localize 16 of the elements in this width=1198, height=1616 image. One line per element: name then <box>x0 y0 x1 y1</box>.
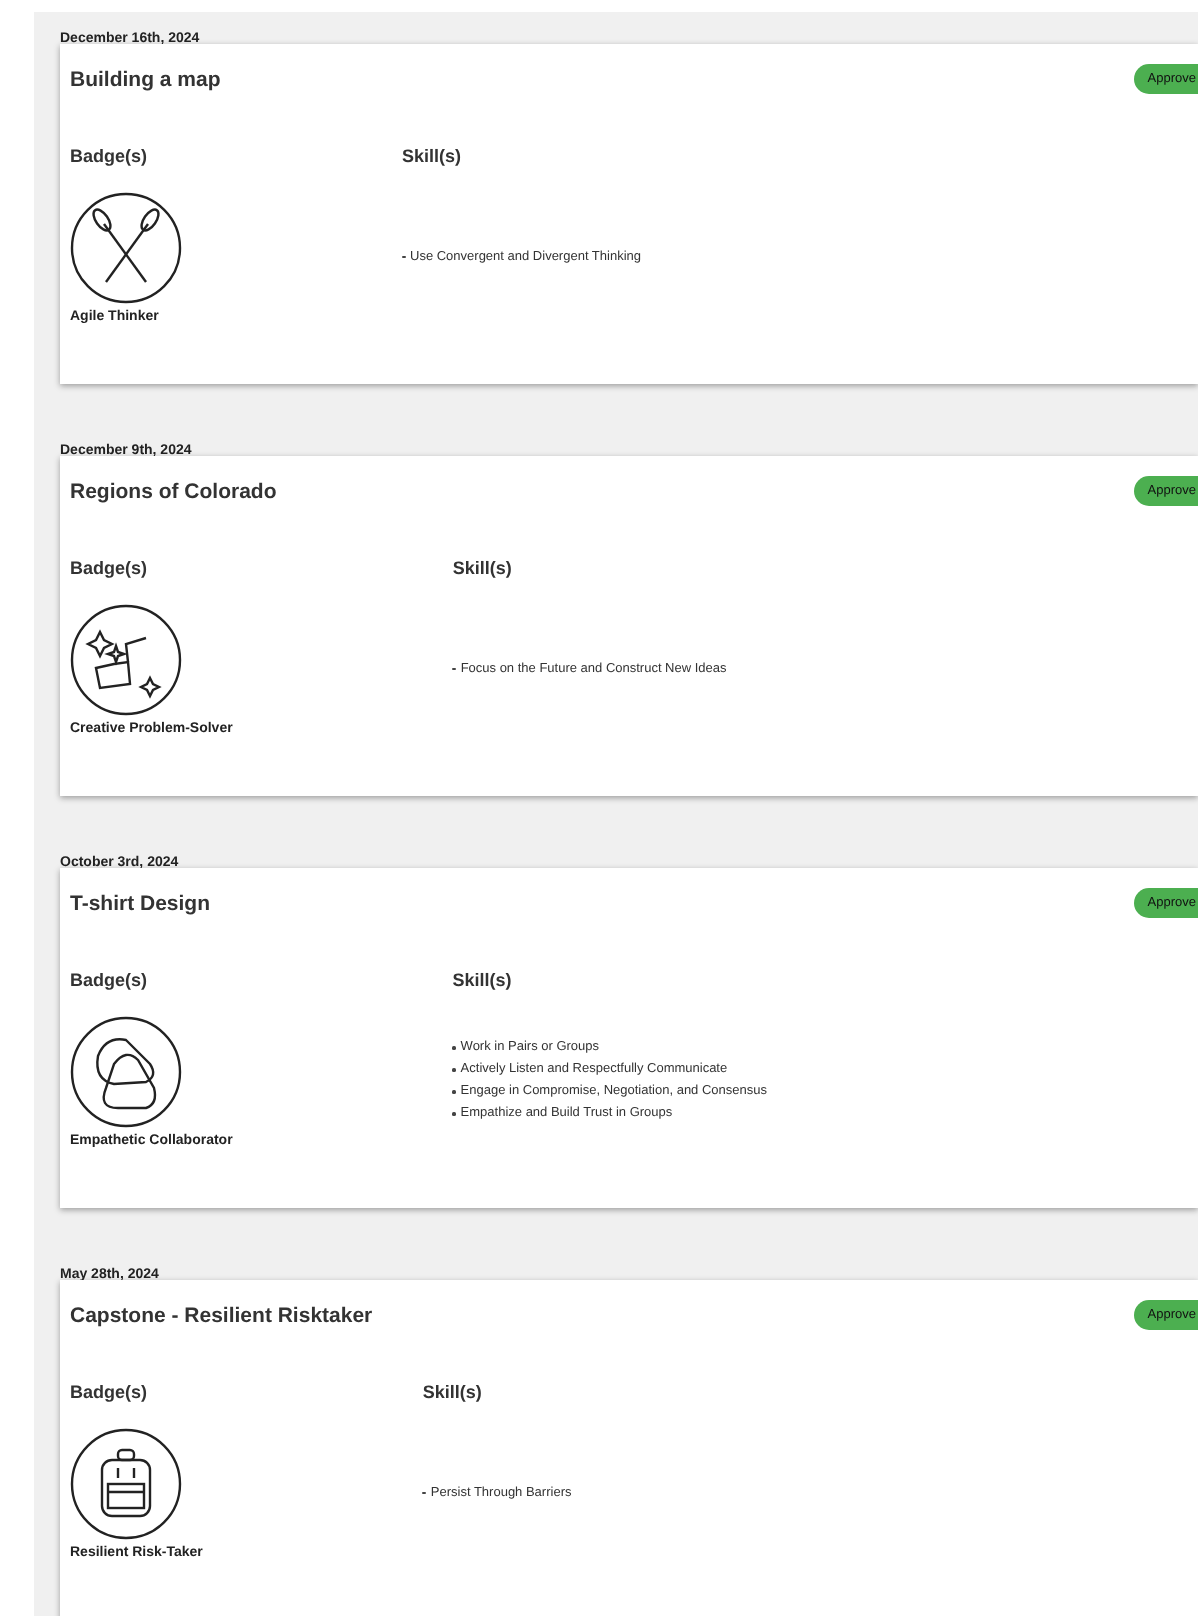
constellation-icon <box>70 604 182 716</box>
activity-title: T-shirt Design <box>70 891 211 915</box>
backpack-icon <box>70 1428 182 1540</box>
crossed-paddles-icon <box>70 192 182 304</box>
badges-heading: Badge(s) <box>70 970 148 990</box>
skills-heading: Skill(s) <box>402 146 462 166</box>
badges-heading: Badge(s) <box>70 146 148 166</box>
activity-title: Building a map <box>70 67 221 91</box>
activity-title: Capstone - Resilient Risktaker <box>70 1303 373 1327</box>
skills-heading: Skill(s) <box>452 558 512 578</box>
badges-heading: Badge(s) <box>70 558 148 578</box>
skills-heading: Skill(s) <box>452 970 512 990</box>
badges-heading: Badge(s) <box>70 1382 148 1402</box>
carabiners-icon <box>70 1016 182 1128</box>
skills-heading: Skill(s) <box>422 1382 482 1402</box>
activity-title: Regions of Colorado <box>70 479 277 503</box>
